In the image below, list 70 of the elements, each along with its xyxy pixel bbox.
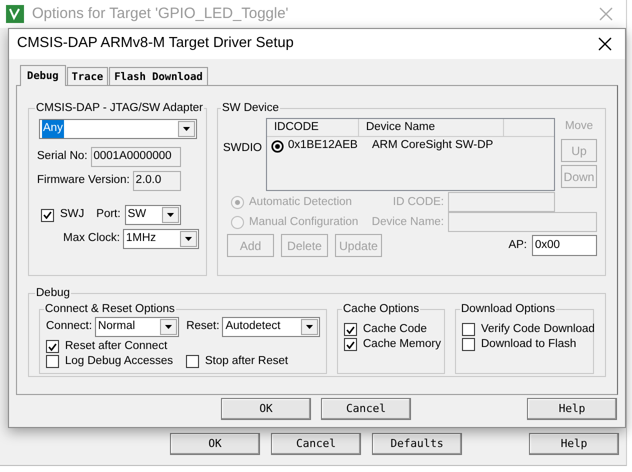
- dialog-button[interactable]: Cancel: [271, 433, 361, 455]
- radio-label: Automatic Detection: [249, 194, 353, 210]
- field-label: Port:: [96, 207, 121, 222]
- caret-icon: [166, 213, 174, 217]
- field-label: ID CODE:: [392, 194, 444, 210]
- group-label: Download Options: [460, 302, 556, 316]
- dialog-button[interactable]: OK: [170, 433, 260, 455]
- adapter-dropdown[interactable]: Any: [39, 119, 197, 139]
- group-label: Debug: [35, 286, 71, 300]
- port-dropdown[interactable]: SW: [124, 205, 181, 225]
- group-label: SW Device: [221, 101, 280, 115]
- app-icon: [6, 5, 24, 23]
- checkbox[interactable]: [344, 338, 357, 351]
- column-header: Device Name: [358, 119, 504, 136]
- checkbox-label: SWJ: [60, 207, 84, 222]
- checkbox-label: Verify Code Download: [481, 322, 595, 337]
- checkbox[interactable]: [462, 338, 475, 351]
- field-label: Device Name:: [372, 214, 444, 230]
- group-label: CMSIS-DAP - JTAG/SW Adapter: [35, 101, 204, 115]
- table-cell-text: 0x1BE12AEB: [288, 138, 359, 154]
- field-label: Max Clock:: [63, 231, 120, 246]
- reset-dropdown[interactable]: Autodetect: [222, 317, 320, 337]
- radio-label: Manual Configuration: [249, 214, 360, 230]
- caret-icon: [165, 325, 172, 329]
- dialog-button[interactable]: Defaults: [372, 433, 462, 455]
- dialog-button[interactable]: Help: [527, 398, 617, 420]
- group-label: Connect & Reset Options: [44, 302, 176, 316]
- checkbox-label: Log Debug Accesses: [65, 354, 174, 369]
- caret-icon: [185, 237, 192, 241]
- radio-button[interactable]: [270, 140, 284, 152]
- checkbox-label: Cache Code: [363, 322, 427, 337]
- checkbox[interactable]: [344, 323, 357, 336]
- caret-icon: [306, 325, 313, 329]
- checkbox[interactable]: [186, 355, 199, 368]
- checkbox[interactable]: [41, 208, 54, 222]
- checkbox[interactable]: [462, 323, 475, 336]
- device-name-field[interactable]: [448, 212, 597, 232]
- table-cell-text: ARM CoreSight SW-DP: [372, 138, 494, 154]
- tab[interactable]: Trace: [66, 67, 108, 85]
- serial-field: 0001A0000000: [90, 147, 181, 167]
- group-label: Cache Options: [342, 302, 420, 316]
- dialog-button[interactable]: Help: [529, 433, 619, 455]
- dialog-title: CMSIS-DAP ARMv8-M Target Driver Setup: [17, 34, 294, 54]
- move-label: Move: [564, 119, 594, 134]
- dialog-button[interactable]: OK: [221, 398, 311, 420]
- row-label: SWDIO: [223, 141, 262, 156]
- column-header: IDCODE: [266, 119, 359, 136]
- checkbox-label: Download to Flash: [481, 336, 576, 352]
- field-label: AP:: [508, 238, 527, 254]
- ap-field[interactable]: 0x00: [532, 235, 597, 256]
- field-label: Reset:: [186, 319, 220, 334]
- caret-icon: [183, 127, 190, 131]
- field-label: Serial No:: [37, 149, 88, 164]
- firmware-field: 2.0.0: [132, 171, 181, 191]
- tab[interactable]: Debug: [20, 65, 66, 86]
- connect-dropdown[interactable]: Normal: [95, 317, 180, 337]
- field-label: Firmware Version:: [37, 173, 130, 188]
- id-code-field[interactable]: [448, 192, 555, 212]
- checkbox-label: Stop after Reset: [205, 354, 288, 369]
- checkbox[interactable]: [46, 355, 59, 368]
- close-icon: [599, 7, 613, 21]
- checkbox-label: Cache Memory: [363, 336, 441, 352]
- checkbox-label: Reset after Connect: [65, 338, 168, 354]
- dialog-button[interactable]: Cancel: [321, 398, 411, 420]
- checkbox[interactable]: [46, 340, 59, 353]
- clock-dropdown[interactable]: 1MHz: [123, 229, 199, 249]
- window-title: Options for Target 'GPIO_LED_Toggle': [32, 4, 288, 24]
- tab[interactable]: Flash Download: [109, 67, 208, 85]
- close-icon: [598, 37, 612, 51]
- field-label: Connect:: [46, 319, 92, 334]
